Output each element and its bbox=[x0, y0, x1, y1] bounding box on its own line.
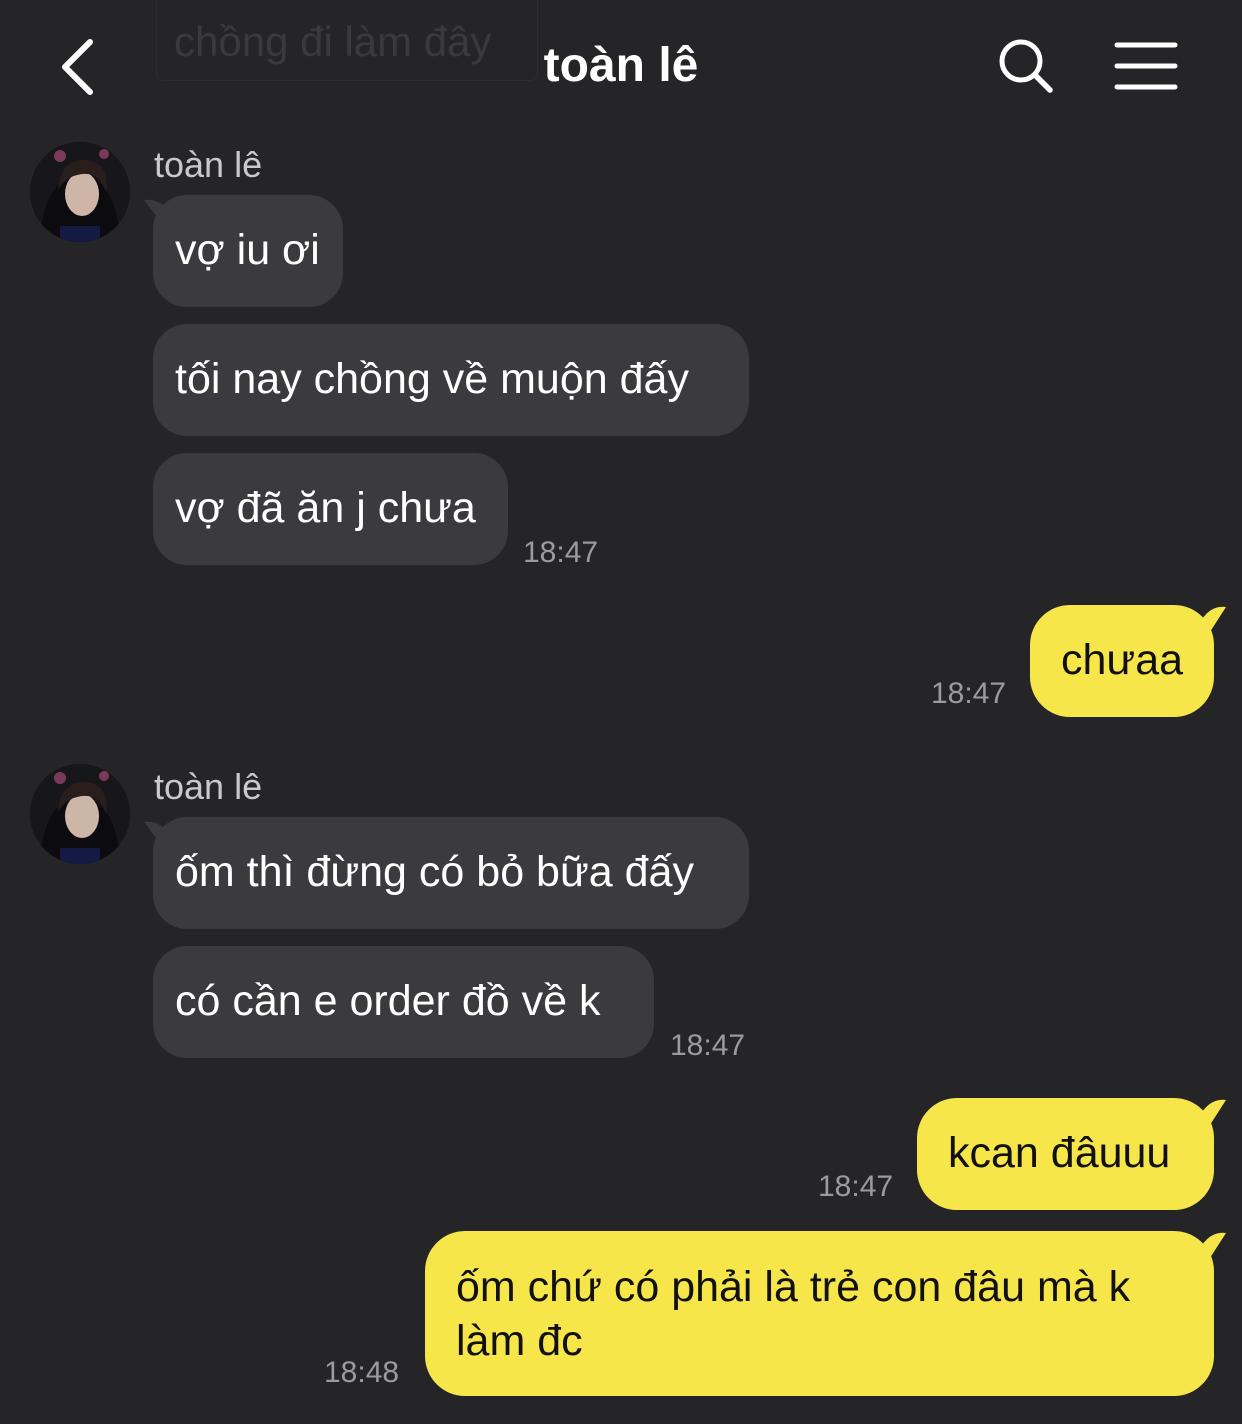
hamburger-menu-icon bbox=[1114, 42, 1178, 90]
message-bubble-incoming[interactable]: vợ đã ăn j chưa bbox=[153, 453, 508, 565]
search-button[interactable] bbox=[996, 36, 1056, 96]
message-bubble-incoming[interactable]: ốm thì đừng có bỏ bữa đấy bbox=[153, 817, 749, 929]
bubble-tail bbox=[1196, 1232, 1226, 1261]
message-timestamp: 18:47 bbox=[931, 677, 1007, 710]
message-bubble-incoming[interactable]: vợ iu ơi bbox=[153, 195, 343, 307]
user-photo bbox=[30, 142, 130, 242]
message-line: làm đc bbox=[456, 1317, 583, 1365]
message-timestamp: 18:47 bbox=[818, 1170, 894, 1203]
chat-header: chồng đi làm đây toàn lê bbox=[0, 0, 1242, 130]
bubble-tail bbox=[1196, 606, 1226, 635]
message-timestamp: 18:47 bbox=[523, 536, 599, 569]
message-bubble-outgoing[interactable]: chưaa bbox=[1030, 605, 1214, 717]
message-timestamp: 18:47 bbox=[670, 1029, 746, 1062]
menu-button[interactable] bbox=[1114, 40, 1178, 92]
message-line: ốm chứ có phải là trẻ con đâu mà k bbox=[456, 1263, 1131, 1311]
search-icon bbox=[999, 39, 1053, 93]
message-bubble-outgoing[interactable]: kcan đâuuu bbox=[917, 1098, 1214, 1210]
message-bubble-outgoing[interactable]: ốm chứ có phải là trẻ con đâu mà k làm đ… bbox=[425, 1231, 1214, 1396]
avatar[interactable] bbox=[30, 142, 130, 242]
sender-name: toàn lê bbox=[154, 766, 263, 807]
user-photo bbox=[30, 764, 130, 864]
message-bubble-incoming[interactable]: có cần e order đồ về k bbox=[153, 946, 654, 1058]
avatar[interactable] bbox=[30, 764, 130, 864]
message-bubble-incoming[interactable]: tối nay chồng về muộn đấy bbox=[153, 324, 749, 436]
sender-name: toàn lê bbox=[154, 144, 263, 185]
bubble-tail bbox=[1196, 1099, 1226, 1128]
message-timestamp: 18:48 bbox=[324, 1356, 400, 1389]
